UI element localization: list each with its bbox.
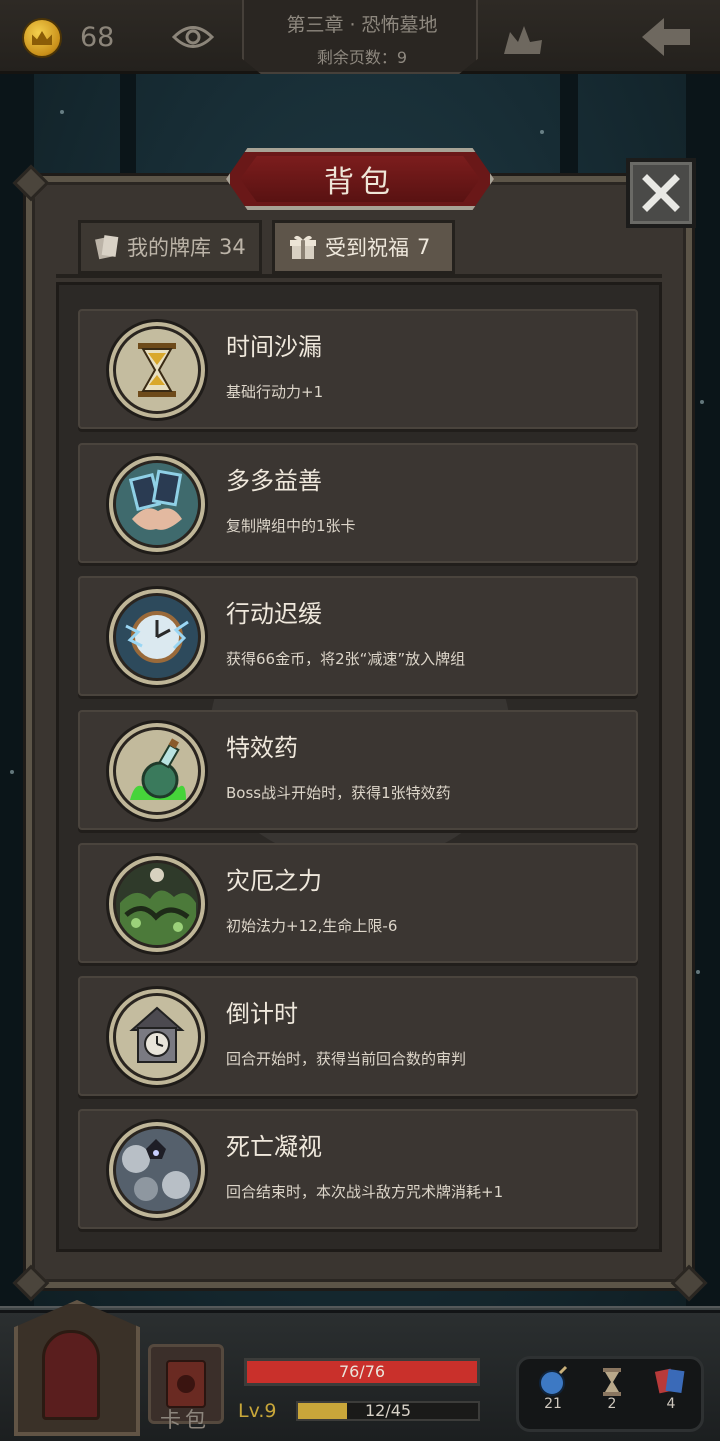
tab-my-deck-label: 我的牌库 — [127, 236, 211, 260]
list-item[interactable]: 倒计时 回合开始时，获得当前回合数的审判 — [78, 976, 638, 1096]
gold-count: 68 — [80, 22, 115, 53]
cards-icon — [654, 1368, 685, 1394]
blessing-description: 基础行动力+1 — [226, 383, 324, 401]
hourglass-small-icon — [603, 1368, 621, 1396]
xp-bar: 12/45 — [296, 1401, 480, 1421]
calamity-icon — [113, 860, 201, 948]
blessing-name: 倒计时 — [226, 1000, 298, 1028]
panel-title: 背包 — [240, 156, 480, 202]
duplicate-cards-icon — [113, 460, 201, 548]
blessing-description: Boss战斗开始时，获得1张特效药 — [226, 784, 451, 802]
blessing-description: 初始法力+12,生命上限-6 — [226, 917, 398, 935]
list-item[interactable]: 行动迟缓 获得66金币，将2张“减速”放入牌组 — [78, 576, 638, 696]
blessing-description: 获得66金币，将2张“减速”放入牌组 — [226, 650, 466, 668]
card-bag-icon — [166, 1360, 206, 1408]
medal-frame — [106, 453, 208, 555]
xp-text: 12/45 — [364, 1401, 412, 1420]
close-button[interactable] — [626, 158, 696, 228]
gold-coin-icon — [22, 18, 62, 58]
pet-icon[interactable] — [500, 20, 546, 56]
tab-my-deck[interactable]: 我的牌库 34 — [78, 220, 262, 274]
blessing-description: 回合开始时，获得当前回合数的审判 — [226, 1050, 467, 1068]
back-arrow-icon[interactable] — [640, 16, 692, 58]
tabs-divider — [56, 274, 662, 278]
resource-bomb[interactable]: 21 — [528, 1360, 578, 1412]
level-label: Lv.9 — [238, 1400, 277, 1422]
hero-portrait — [42, 1330, 100, 1420]
hourglass-icon — [113, 326, 201, 414]
medal-frame — [106, 319, 208, 421]
resource-cards[interactable]: 4 — [646, 1360, 696, 1412]
blessing-name: 多多益善 — [226, 467, 322, 495]
tab-blessings-count: 7 — [417, 235, 431, 259]
tab-my-deck-count: 34 — [219, 235, 246, 259]
list-item[interactable]: 时间沙漏 基础行动力+1 — [78, 309, 638, 429]
cuckoo-clock-icon — [113, 993, 201, 1081]
death-gaze-icon — [113, 1126, 201, 1214]
blessing-name: 灾厄之力 — [226, 867, 322, 895]
medal-frame — [106, 720, 208, 822]
close-icon — [642, 174, 680, 212]
chapter-title: 第三章 · 恐怖墓地 — [286, 14, 438, 36]
blessing-name: 特效药 — [226, 734, 298, 762]
card-bag-label: 卡包 — [160, 1408, 210, 1432]
frozen-clock-icon — [113, 593, 201, 681]
card-deck-icon — [95, 235, 119, 260]
medal-frame — [106, 986, 208, 1088]
tab-blessings-label: 受到祝福 — [325, 236, 409, 260]
medal-frame — [106, 853, 208, 955]
list-item[interactable]: 死亡凝视 回合结束时，本次战斗敌方咒术牌消耗+1 — [78, 1109, 638, 1229]
remaining-pages: 剩余页数：9 — [316, 48, 408, 67]
hp-text: 76/76 — [338, 1362, 386, 1381]
bomb-count: 21 — [544, 1396, 562, 1412]
tab-blessings[interactable]: 受到祝福 7 — [272, 220, 455, 274]
cards-count: 4 — [666, 1396, 676, 1412]
list-item[interactable]: 特效药 Boss战斗开始时，获得1张特效药 — [78, 710, 638, 830]
blessing-name: 时间沙漏 — [226, 333, 322, 361]
eye-icon[interactable] — [172, 24, 214, 50]
blessing-description: 回合结束时，本次战斗敌方咒术牌消耗+1 — [226, 1183, 504, 1201]
top-bar: 68 第三章 · 恐怖墓地 剩余页数：9 — [0, 0, 720, 74]
list-item[interactable]: 多多益善 复制牌组中的1张卡 — [78, 443, 638, 563]
medal-frame — [106, 1119, 208, 1221]
blessing-name: 死亡凝视 — [226, 1133, 322, 1161]
medal-frame — [106, 586, 208, 688]
blessing-name: 行动迟缓 — [226, 600, 322, 628]
resource-hourglass[interactable]: 2 — [587, 1360, 637, 1412]
list-item[interactable]: 灾厄之力 初始法力+12,生命上限-6 — [78, 843, 638, 963]
bomb-icon — [539, 1365, 568, 1396]
blessing-description: 复制牌组中的1张卡 — [226, 517, 356, 535]
hp-bar: 76/76 — [244, 1358, 480, 1386]
chapter-plate: 第三章 · 恐怖墓地 剩余页数：9 — [242, 0, 478, 74]
hourglass-count: 2 — [607, 1396, 617, 1412]
potion-icon — [113, 727, 201, 815]
gift-icon — [290, 235, 316, 259]
